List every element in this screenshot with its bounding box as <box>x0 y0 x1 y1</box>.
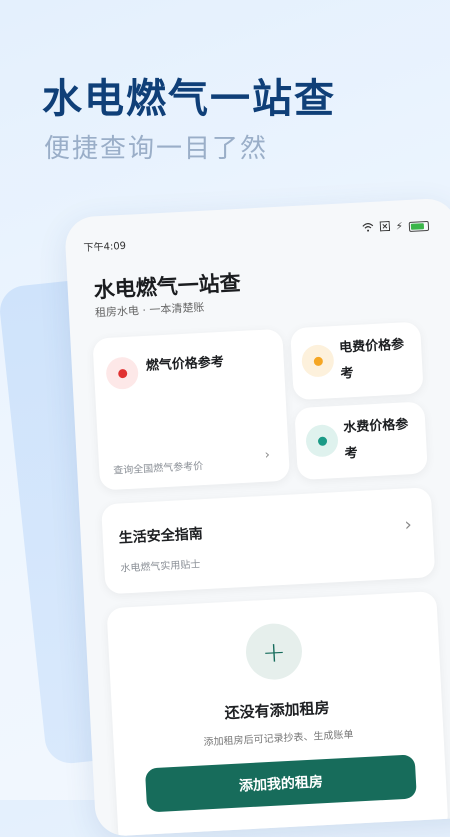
gas-dot-icon <box>105 356 140 390</box>
app-title: 水电燃气一站查 <box>93 270 242 303</box>
safety-guide-card[interactable]: 生活安全指南 水电燃气实用贴士 › <box>101 487 436 595</box>
status-time: 下午4:09 <box>83 240 127 255</box>
water-card-title: 水费价格参 考 <box>342 417 409 462</box>
electric-dot-icon <box>301 344 335 378</box>
status-icons: ⚡ <box>362 219 430 235</box>
water-price-card[interactable]: 水费价格参 考 <box>294 401 428 481</box>
water-dot-icon <box>305 423 339 458</box>
charging-icon: ⚡ <box>395 221 404 233</box>
add-rental-button[interactable]: 添加我的租房 <box>144 754 417 813</box>
sim-icon <box>379 220 391 235</box>
hero-title: 水电燃气一站查 <box>42 76 336 122</box>
phone-screen: 下午4:09 ⚡ 水电燃气一站查 租房水电 · 一本清楚账 燃气价格参考 查询全… <box>64 197 450 837</box>
electric-price-card[interactable]: 电费价格参 考 <box>290 321 424 401</box>
chevron-right-icon: › <box>403 514 413 536</box>
gas-card-title: 燃气价格参考 <box>145 354 225 374</box>
guide-title: 生活安全指南 <box>118 526 204 547</box>
chevron-right-icon: › <box>264 447 271 463</box>
hero-subtitle: 便捷查询一目了然 <box>44 134 269 164</box>
guide-desc: 水电燃气实用贴士 <box>120 559 201 575</box>
battery-icon <box>408 220 430 232</box>
electric-card-title: 电费价格参 考 <box>338 337 405 382</box>
gas-price-card[interactable]: 燃气价格参考 查询全国燃气参考价 › <box>92 328 291 491</box>
wifi-icon <box>362 222 375 236</box>
empty-rental-card: + 还没有添加租房 添加租房后可记录抄表、生成账单 添加我的租房 <box>106 591 449 837</box>
gas-card-desc: 查询全国燃气参考价 <box>113 461 204 477</box>
add-plus-icon[interactable]: + <box>244 622 304 682</box>
